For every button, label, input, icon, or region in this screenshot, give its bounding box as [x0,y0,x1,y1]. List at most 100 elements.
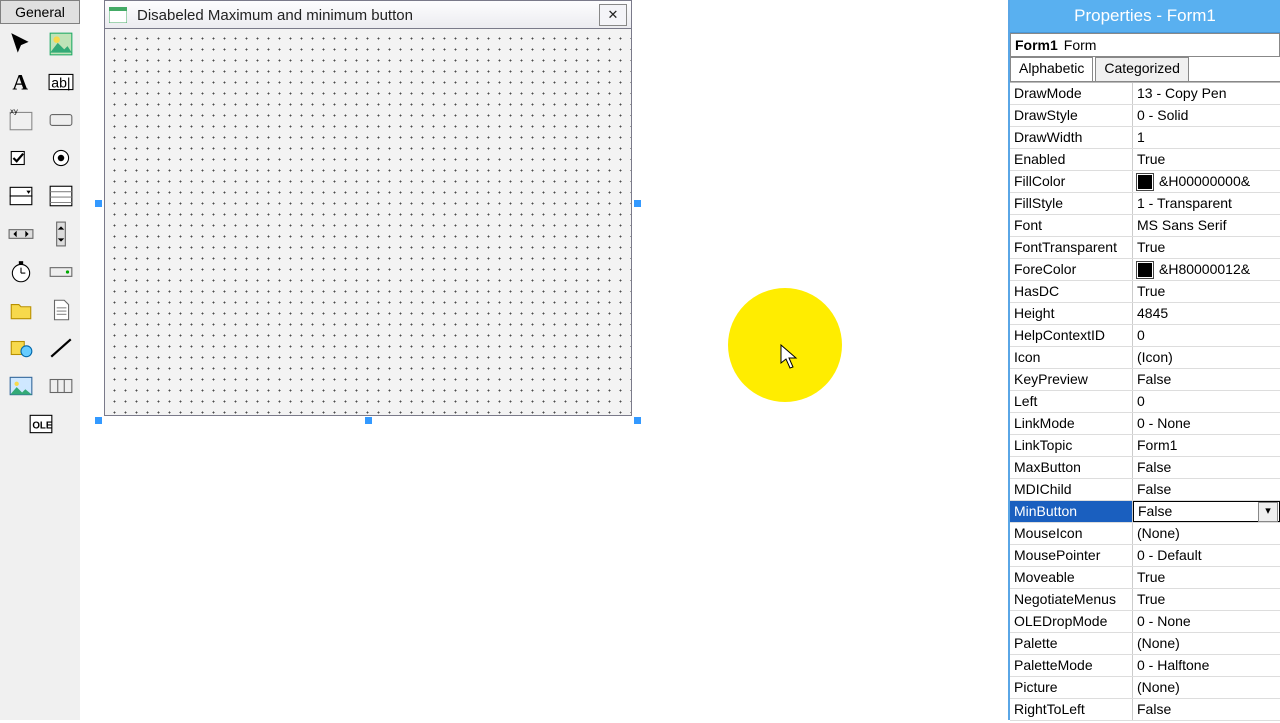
tool-optionbutton[interactable] [42,140,80,176]
property-row-drawwidth[interactable]: DrawWidth1 [1010,127,1280,149]
tab-alphabetic[interactable]: Alphabetic [1010,57,1093,81]
tool-checkbox[interactable] [2,140,40,176]
tool-label[interactable]: A [2,64,40,100]
property-value[interactable]: 0 - None [1133,413,1280,434]
property-value[interactable]: True [1133,589,1280,610]
property-name: ForeColor [1010,259,1133,280]
tool-timer[interactable] [2,254,40,290]
property-row-fillcolor[interactable]: FillColor&H00000000& [1010,171,1280,193]
dropdown-button[interactable]: ▾ [1258,502,1278,522]
property-value[interactable]: 13 - Copy Pen [1133,83,1280,104]
property-row-keypreview[interactable]: KeyPreviewFalse [1010,369,1280,391]
property-value[interactable]: True [1133,237,1280,258]
object-selector[interactable]: Form1 Form [1010,33,1280,57]
tool-listbox[interactable] [42,178,80,214]
property-value[interactable]: 0 [1133,325,1280,346]
property-value[interactable]: &H00000000& [1133,171,1280,192]
property-row-mousepointer[interactable]: MousePointer0 - Default [1010,545,1280,567]
property-value[interactable]: False▾ [1133,501,1280,522]
property-row-righttoleft[interactable]: RightToLeftFalse [1010,699,1280,721]
tool-vscrollbar[interactable] [42,216,80,252]
tool-textbox[interactable]: ab| [42,64,80,100]
property-value[interactable]: 4845 [1133,303,1280,324]
property-value[interactable]: True [1133,149,1280,170]
designer-form-window[interactable]: Disabeled Maximum and minimum button ✕ [104,0,632,416]
close-button[interactable]: ✕ [599,4,627,26]
property-name: LinkTopic [1010,435,1133,456]
property-row-icon[interactable]: Icon(Icon) [1010,347,1280,369]
property-value[interactable]: True [1133,567,1280,588]
property-row-enabled[interactable]: EnabledTrue [1010,149,1280,171]
tool-picturebox[interactable] [42,26,80,62]
property-row-linktopic[interactable]: LinkTopicForm1 [1010,435,1280,457]
toolbox-tab-general[interactable]: General [0,0,80,24]
property-row-font[interactable]: FontMS Sans Serif [1010,215,1280,237]
form-titlebar[interactable]: Disabeled Maximum and minimum button ✕ [104,0,632,30]
property-value[interactable]: &H80000012& [1133,259,1280,280]
tool-drivelistbox[interactable] [42,254,80,290]
form-client-area[interactable] [104,28,632,416]
property-value[interactable]: 0 - Solid [1133,105,1280,126]
property-value[interactable]: False [1133,699,1280,720]
tool-shape[interactable] [2,330,40,366]
selection-handle[interactable] [95,200,102,207]
tool-ole[interactable]: OLE [2,406,80,442]
tool-line[interactable] [42,330,80,366]
property-row-negotiatemenus[interactable]: NegotiateMenusTrue [1010,589,1280,611]
property-value[interactable]: (Icon) [1133,347,1280,368]
property-value[interactable]: False [1133,369,1280,390]
property-value[interactable]: 0 [1133,391,1280,412]
property-name: KeyPreview [1010,369,1133,390]
tool-combobox[interactable] [2,178,40,214]
property-value-text: False [1137,369,1171,390]
property-row-left[interactable]: Left0 [1010,391,1280,413]
property-value[interactable]: 1 - Transparent [1133,193,1280,214]
selection-handle[interactable] [365,417,372,424]
property-value[interactable]: (None) [1133,523,1280,544]
property-row-hasdc[interactable]: HasDCTrue [1010,281,1280,303]
property-value[interactable]: (None) [1133,677,1280,698]
property-row-maxbutton[interactable]: MaxButtonFalse [1010,457,1280,479]
tool-image[interactable] [2,368,40,404]
property-value[interactable]: True [1133,281,1280,302]
property-value[interactable]: Form1 [1133,435,1280,456]
property-row-fonttransparent[interactable]: FontTransparentTrue [1010,237,1280,259]
tool-frame[interactable]: xy [2,102,40,138]
property-value-text: False [1137,699,1171,720]
tool-filelistbox[interactable] [42,292,80,328]
selection-handle[interactable] [95,417,102,424]
property-row-oledropmode[interactable]: OLEDropMode0 - None [1010,611,1280,633]
property-value[interactable]: (None) [1133,633,1280,654]
property-value[interactable]: MS Sans Serif [1133,215,1280,236]
tool-pointer[interactable] [2,26,40,62]
property-row-picture[interactable]: Picture(None) [1010,677,1280,699]
property-row-mouseicon[interactable]: MouseIcon(None) [1010,523,1280,545]
property-value[interactable]: False [1133,457,1280,478]
tool-dirlistbox[interactable] [2,292,40,328]
selection-handle[interactable] [634,417,641,424]
tool-data[interactable] [42,368,80,404]
property-value[interactable]: 0 - None [1133,611,1280,632]
tool-hscrollbar[interactable] [2,216,40,252]
form-designer[interactable]: Disabeled Maximum and minimum button ✕ [80,0,1010,720]
property-row-palettemode[interactable]: PaletteMode0 - Halftone [1010,655,1280,677]
property-row-moveable[interactable]: MoveableTrue [1010,567,1280,589]
selection-handle[interactable] [634,200,641,207]
property-row-minbutton[interactable]: MinButtonFalse▾ [1010,501,1280,523]
property-value[interactable]: 1 [1133,127,1280,148]
property-value[interactable]: 0 - Default [1133,545,1280,566]
property-row-palette[interactable]: Palette(None) [1010,633,1280,655]
property-row-forecolor[interactable]: ForeColor&H80000012& [1010,259,1280,281]
property-row-drawmode[interactable]: DrawMode13 - Copy Pen [1010,83,1280,105]
property-row-drawstyle[interactable]: DrawStyle0 - Solid [1010,105,1280,127]
tool-commandbutton[interactable] [42,102,80,138]
tab-categorized[interactable]: Categorized [1095,57,1189,81]
property-value[interactable]: False [1133,479,1280,500]
property-row-fillstyle[interactable]: FillStyle1 - Transparent [1010,193,1280,215]
property-grid[interactable]: DrawMode13 - Copy PenDrawStyle0 - SolidD… [1010,82,1280,723]
property-row-height[interactable]: Height4845 [1010,303,1280,325]
property-row-linkmode[interactable]: LinkMode0 - None [1010,413,1280,435]
property-row-helpcontextid[interactable]: HelpContextID0 [1010,325,1280,347]
property-value[interactable]: 0 - Halftone [1133,655,1280,676]
property-row-mdichild[interactable]: MDIChildFalse [1010,479,1280,501]
